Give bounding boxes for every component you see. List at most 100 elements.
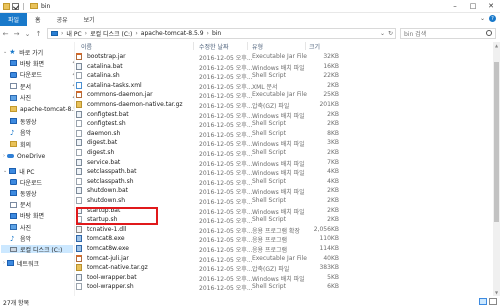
file-row[interactable]: catalina.bat 2016-12-05 오후... Windows 배치 파… bbox=[75, 62, 493, 72]
search-input[interactable]: bin 검색 bbox=[400, 28, 496, 39]
up-button[interactable]: ↑ bbox=[33, 30, 44, 38]
sidebar-item[interactable]: 문서✦ bbox=[10, 82, 74, 91]
details-view-button[interactable] bbox=[479, 298, 487, 305]
breadcrumb-local-disk[interactable]: 로컬 디스크 (C:) bbox=[90, 29, 132, 38]
sidebar-item[interactable]: 사진 bbox=[10, 223, 31, 232]
expand-arrow-icon[interactable]: › bbox=[3, 260, 5, 266]
column-divider[interactable] bbox=[247, 42, 248, 50]
breadcrumb-bin[interactable]: bin bbox=[212, 30, 221, 37]
folder-icon[interactable] bbox=[3, 2, 10, 10]
address-bar[interactable]: › 내 PC › 로컬 디스크 (C:) › apache-tomcat-8.5… bbox=[47, 28, 396, 39]
file-type: Shell Script bbox=[252, 283, 286, 291]
scroll-down-icon[interactable]: ▼ bbox=[493, 289, 500, 296]
vertical-scrollbar[interactable]: ▲ ▼ bbox=[493, 42, 500, 296]
file-row[interactable]: setclasspath.bat 2016-12-05 오후... Windows … bbox=[75, 167, 493, 177]
file-size: 4KB bbox=[327, 168, 339, 176]
download-icon bbox=[10, 71, 17, 78]
scrollbar-thumb[interactable] bbox=[494, 62, 499, 222]
column-header-name[interactable]: 이름 bbox=[81, 42, 92, 51]
file-type: Shell Script bbox=[252, 197, 286, 204]
sidebar-item[interactable]: 바탕 화면✦ bbox=[10, 59, 74, 68]
file-row[interactable]: configtest.bat 2016-12-05 오후... Windows 배치… bbox=[75, 110, 493, 120]
file-name: setclasspath.sh bbox=[87, 177, 134, 185]
file-row[interactable]: tomcat8w.exe 2016-12-05 오후... 응용 프로그램 114KB bbox=[75, 244, 493, 254]
tab-file[interactable]: 파일 bbox=[0, 13, 28, 26]
column-header-type[interactable]: 유형 bbox=[252, 42, 263, 51]
tab-home[interactable]: 홈 bbox=[27, 13, 49, 26]
file-row[interactable]: bootstrap.jar 2016-12-05 오후... Executable … bbox=[75, 52, 493, 62]
ribbon-expand-icon[interactable]: ⌄ bbox=[480, 15, 485, 22]
breadcrumb-this-pc[interactable]: 내 PC bbox=[66, 29, 81, 38]
file-row[interactable]: startup.bat 2016-12-05 오후... Windows 배치 파일… bbox=[75, 206, 493, 216]
sidebar-item-onedrive[interactable]: › OneDrive bbox=[3, 152, 45, 160]
address-dropdown-icon[interactable]: ⌄ bbox=[380, 30, 385, 37]
sidebar-item-label: apache-tomcat-8.5 bbox=[20, 105, 74, 113]
sidebar-item[interactable]: 다운로드✦ bbox=[10, 71, 74, 79]
file-row[interactable]: tcnative-1.dll 2016-12-05 오후... 응용 프로그램 확장… bbox=[75, 225, 493, 235]
file-row[interactable]: startup.sh 2016-12-05 오후... Shell Script 2K… bbox=[75, 215, 493, 225]
column-header-date[interactable]: 수정한 날짜 bbox=[199, 42, 229, 51]
sidebar-item[interactable]: 문서 bbox=[10, 201, 31, 209]
sidebar-item[interactable]: 회의 bbox=[10, 140, 31, 149]
sidebar-item-this-pc[interactable]: ⌄ 내 PC bbox=[3, 167, 34, 176]
maximize-button[interactable]: □ bbox=[464, 0, 482, 12]
scroll-up-icon[interactable]: ▲ bbox=[493, 42, 500, 49]
file-row[interactable]: service.bat 2016-12-05 오후... Windows 배치 파일… bbox=[75, 158, 493, 168]
file-row[interactable]: configtest.sh 2016-12-05 오후... Shell Scrip… bbox=[75, 119, 493, 129]
expand-arrow-icon[interactable]: ⌄ bbox=[3, 49, 7, 55]
sidebar-item[interactable]: 바탕 화면 bbox=[10, 212, 44, 220]
close-button[interactable]: ✕ bbox=[482, 0, 500, 12]
column-divider[interactable] bbox=[305, 42, 306, 50]
file-row[interactable]: setclasspath.sh 2016-12-05 오후... Shell Scr… bbox=[75, 177, 493, 187]
file-row[interactable]: commons-daemon-native.tar.gz 2016-12-05 오… bbox=[75, 100, 493, 110]
expand-arrow-icon[interactable]: ⌄ bbox=[3, 168, 7, 174]
file-row[interactable]: tomcat-juli.jar 2016-12-05 오후... Executabl… bbox=[75, 254, 493, 264]
batch-file-icon bbox=[76, 110, 82, 118]
file-row[interactable]: tomcat8.exe 2016-12-05 오후... 응용 프로그램 110KB bbox=[75, 234, 493, 244]
batch-file-icon bbox=[76, 62, 82, 70]
sidebar-item[interactable]: 동영상 bbox=[10, 117, 37, 126]
tab-view[interactable]: 보기 bbox=[76, 13, 103, 26]
back-button[interactable]: ← bbox=[0, 30, 11, 38]
file-row[interactable]: catalina-tasks.xml 2016-12-05 오후... XML 문서… bbox=[75, 81, 493, 91]
sidebar-item[interactable]: 로컬 디스크 (C:) bbox=[10, 246, 62, 254]
help-icon[interactable]: ? bbox=[489, 15, 496, 22]
sidebar-item[interactable]: ♪ 음악 bbox=[10, 129, 31, 138]
file-row[interactable]: digest.sh 2016-12-05 오후... Shell Script 2KB bbox=[75, 148, 493, 158]
file-size: 2KB bbox=[327, 120, 339, 128]
properties-icon[interactable] bbox=[12, 2, 19, 10]
file-row[interactable]: shutdown.sh 2016-12-05 오후... Shell Script 2… bbox=[75, 196, 493, 206]
file-size: 40KB bbox=[323, 254, 339, 262]
file-row[interactable]: tomcat-native.tar.gz 2016-12-05 오후... 압축(G… bbox=[75, 263, 493, 273]
refresh-icon[interactable]: ↻ bbox=[388, 30, 393, 37]
expand-arrow-icon[interactable]: › bbox=[3, 153, 5, 159]
file-name: shutdown.sh bbox=[87, 197, 126, 204]
breadcrumb-tomcat[interactable]: apache-tomcat-8.5.9 bbox=[141, 30, 204, 37]
sidebar-item[interactable]: 사진✦ bbox=[10, 94, 74, 102]
sidebar-item[interactable]: 다운로드 bbox=[10, 178, 42, 187]
file-row[interactable]: daemon.sh 2016-12-05 오후... Shell Script 8KB bbox=[75, 129, 493, 139]
file-row[interactable]: tool-wrapper.bat 2016-12-05 오후... Windows … bbox=[75, 273, 493, 283]
file-size: 6KB bbox=[327, 283, 339, 291]
sidebar-item-network[interactable]: › 네트워크 bbox=[3, 259, 39, 268]
column-divider[interactable] bbox=[193, 42, 194, 50]
file-name: digest.bat bbox=[87, 139, 118, 147]
column-header-size[interactable]: 크기 bbox=[309, 42, 320, 51]
sidebar-item[interactable]: 동영상 bbox=[10, 189, 37, 198]
file-row[interactable]: shutdown.bat 2016-12-05 오후... Windows 배치 파… bbox=[75, 186, 493, 196]
sidebar-item[interactable]: ♪ 음악 bbox=[10, 235, 31, 244]
large-icons-view-button[interactable] bbox=[489, 298, 497, 305]
tab-share[interactable]: 공유 bbox=[49, 13, 76, 26]
sidebar-item[interactable]: apache-tomcat-8.5 bbox=[10, 105, 74, 113]
sidebar-item-quick-access[interactable]: ⌄ ★ 바로 가기 bbox=[3, 48, 43, 57]
file-row[interactable]: digest.bat 2016-12-05 오후... Windows 배치 파일 3… bbox=[75, 138, 493, 148]
file-row[interactable]: catalina.sh 2016-12-05 오후... Shell Script 2… bbox=[75, 71, 493, 81]
forward-button[interactable]: → bbox=[11, 30, 22, 38]
file-row[interactable]: commons-daemon.jar 2016-12-05 오후... Execut… bbox=[75, 90, 493, 100]
minimize-button[interactable]: – bbox=[446, 0, 464, 12]
file-date: 2016-12-05 오후... bbox=[199, 285, 253, 293]
file-row[interactable]: tool-wrapper.sh 2016-12-05 오후... Shell Scr… bbox=[75, 282, 493, 293]
recent-locations-button[interactable]: ⌄ bbox=[22, 30, 33, 38]
file-name: tool-wrapper.bat bbox=[87, 273, 137, 281]
breadcrumb-separator: › bbox=[135, 30, 138, 37]
